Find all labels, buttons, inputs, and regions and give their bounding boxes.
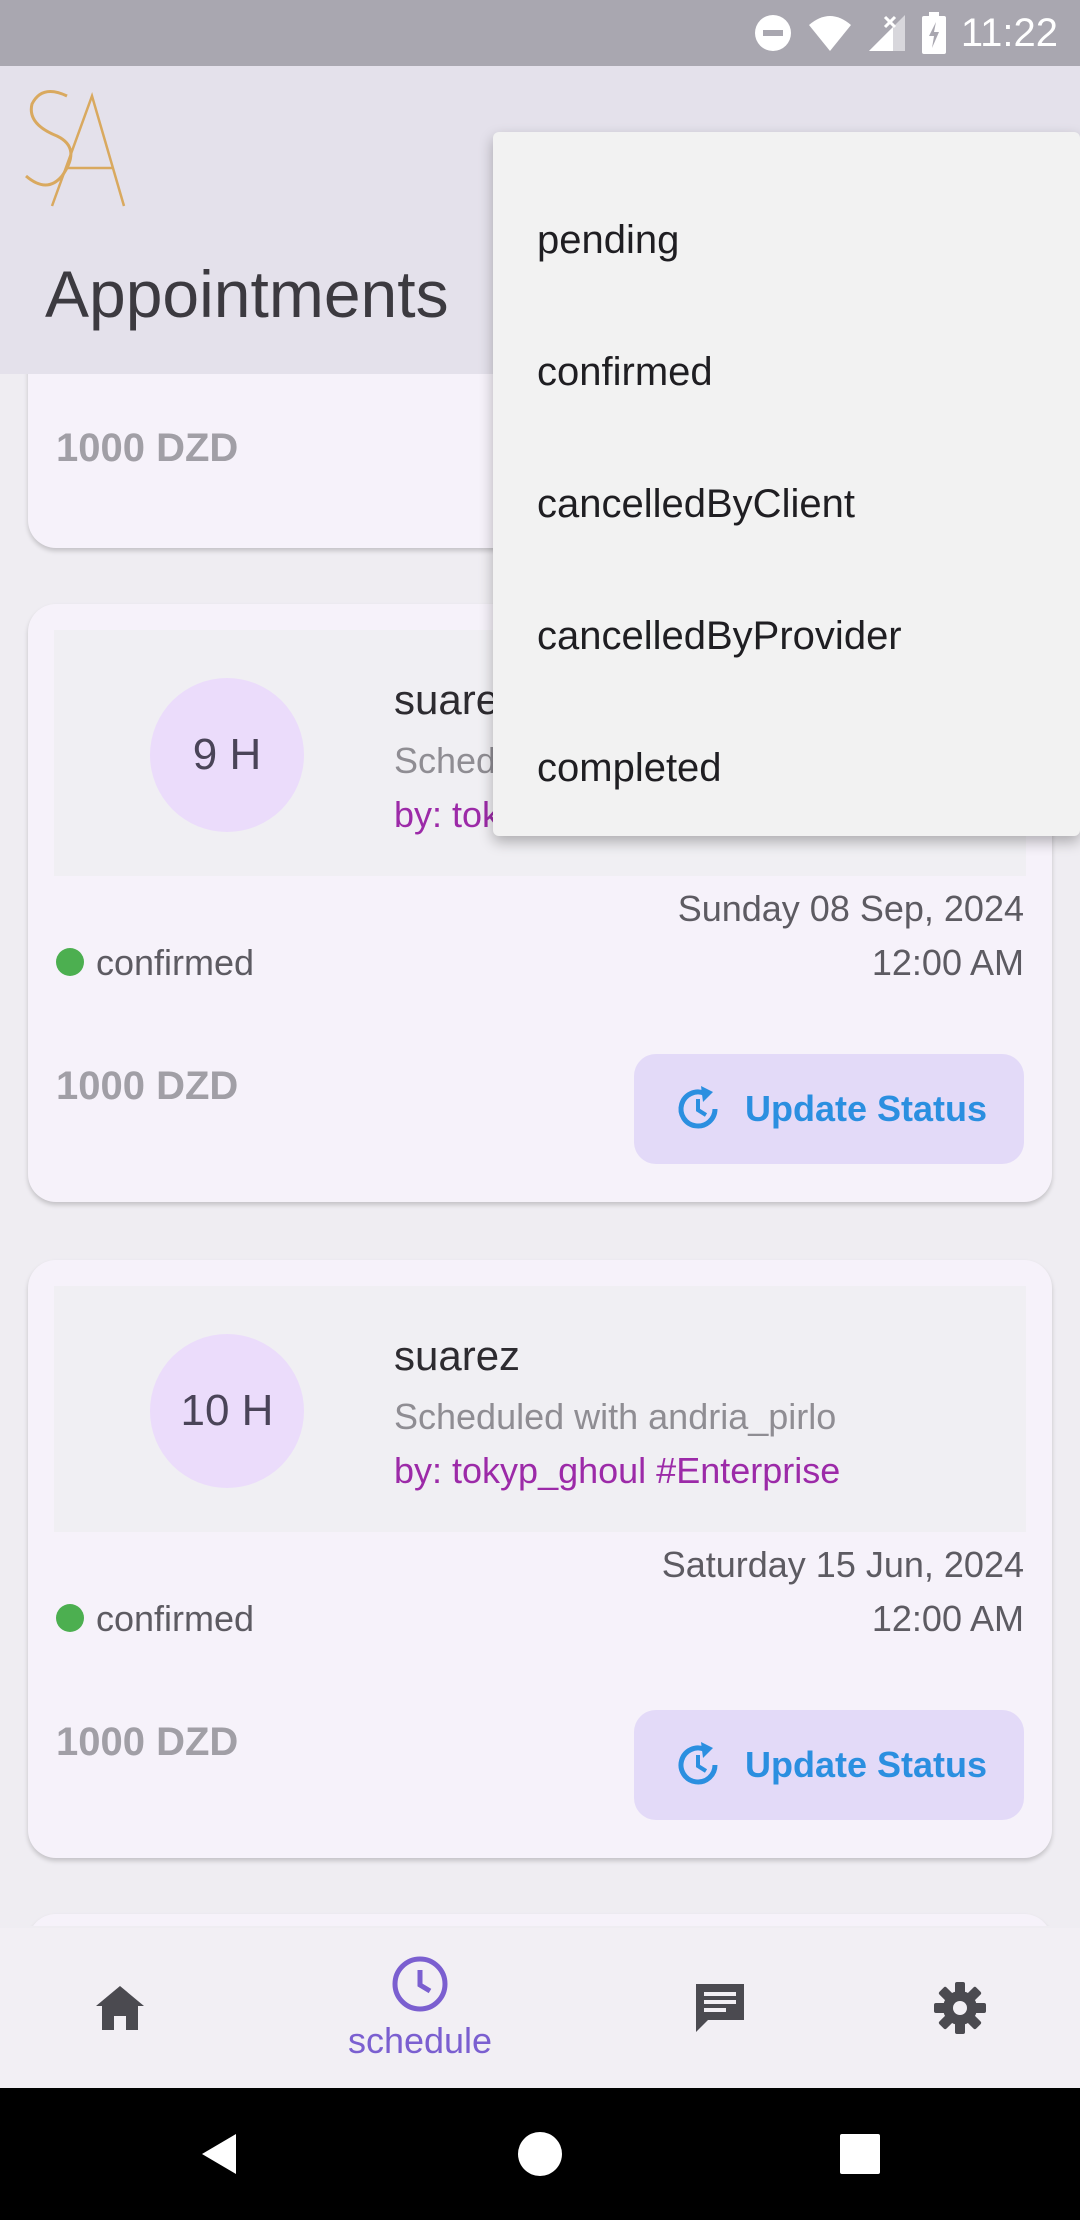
client-name: suarez <box>394 1332 521 1379</box>
nav-label-schedule: schedule <box>347 2020 493 2061</box>
dnd-icon <box>754 15 791 51</box>
price: 1000 DZD <box>56 1064 239 1108</box>
appointment-time: 12:00 AM <box>871 1598 1024 1639</box>
system-nav-bar <box>0 2088 1080 2220</box>
appointment-date: Saturday 15 Jun, 2024 <box>661 1544 1024 1585</box>
nav-item-schedule[interactable]: schedule <box>310 1928 530 2088</box>
status-menu: pending confirmed cancelledByClient canc… <box>493 132 1080 836</box>
menu-item-completed[interactable]: completed <box>493 702 1080 834</box>
refresh-clock-icon <box>678 1086 718 1129</box>
menu-item-cancelled-by-provider[interactable]: cancelledByProvider <box>493 570 1080 702</box>
price: 1000 DZD <box>56 1720 239 1764</box>
status-bar: 11:22 <box>0 0 1080 66</box>
appointment-details: 10 H suarez Scheduled with andria_pirlo … <box>54 1286 1026 1532</box>
status-label: confirmed <box>96 942 255 983</box>
page-title: Appointments <box>45 257 449 331</box>
appointment-card[interactable] <box>28 1914 1052 1926</box>
home-icon <box>96 1986 144 2030</box>
menu-item-confirmed[interactable]: confirmed <box>493 306 1080 438</box>
update-status-label: Update Status <box>744 1744 988 1785</box>
status-dot <box>56 948 84 976</box>
home-circle-icon <box>518 2132 562 2176</box>
scheduled-with: Scheduled with andria_pirlo <box>394 1396 837 1437</box>
menu-item-cancelled-by-client[interactable]: cancelledByClient <box>493 438 1080 570</box>
clock-icon <box>392 1956 448 2012</box>
back-icon <box>202 2134 236 2174</box>
gear-icon <box>934 1982 986 2034</box>
recents-icon <box>840 2134 880 2174</box>
wifi-icon <box>808 16 851 51</box>
price: 1000 DZD <box>56 426 239 470</box>
update-status-button[interactable]: Update Status <box>634 1710 1024 1820</box>
update-status-button[interactable]: Update Status <box>634 1054 1024 1164</box>
appointment-card[interactable]: 10 H suarez Scheduled with andria_pirlo … <box>28 1260 1052 1858</box>
status-time: 11:22 <box>960 10 1058 55</box>
status-label: confirmed <box>96 1598 255 1639</box>
home-button[interactable] <box>490 2088 590 2220</box>
appointment-date: Sunday 08 Sep, 2024 <box>677 888 1024 929</box>
nav-item-chat[interactable] <box>660 1928 780 2088</box>
avatar: 10 H <box>150 1334 304 1488</box>
refresh-clock-icon <box>678 1742 718 1785</box>
nav-item-settings[interactable] <box>900 1928 1020 2088</box>
appointment-time: 12:00 AM <box>871 942 1024 983</box>
signal-icon <box>868 15 905 51</box>
battery-icon <box>921 12 946 54</box>
booked-by: by: tokyp_ghoul #Enterprise <box>394 1450 841 1491</box>
status-dot <box>56 1604 84 1632</box>
chat-icon <box>696 1984 744 2032</box>
recents-button[interactable] <box>810 2088 910 2220</box>
bottom-nav: schedule <box>0 1928 1080 2088</box>
nav-item-home[interactable] <box>60 1928 180 2088</box>
menu-item-pending[interactable]: pending <box>493 174 1080 306</box>
back-button[interactable] <box>170 2088 270 2220</box>
avatar: 9 H <box>150 678 304 832</box>
update-status-label: Update Status <box>744 1088 988 1129</box>
logo <box>25 90 126 207</box>
